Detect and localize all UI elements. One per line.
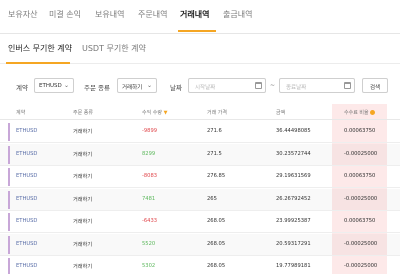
row-indicator bbox=[8, 258, 10, 274]
cell-contract: ETHUSD bbox=[16, 240, 38, 247]
header-amount: 금액 bbox=[276, 110, 286, 116]
cell-contract: ETHUSD bbox=[16, 263, 38, 269]
cell-fee-rate: -0.00025000 bbox=[344, 240, 378, 247]
contract-type-tabs: 인버스 무기한 계약 USDT 무기한 계약 bbox=[0, 34, 400, 64]
cell-quantity: 8299 bbox=[142, 150, 156, 157]
contract-label: 계약 bbox=[16, 84, 28, 92]
cell-amount: 26.26792452 bbox=[276, 195, 311, 202]
cell-fee-rate: 0.00063750 bbox=[344, 218, 376, 224]
table-row: ETHUSD 거래하기 -8083 276.85 29.19631569 0.000637… bbox=[0, 166, 400, 188]
cell-order-type: 거래하기 bbox=[73, 129, 93, 135]
cell-amount: 29.19631569 bbox=[276, 173, 311, 179]
contract-select-value: ETHUSD bbox=[39, 83, 62, 89]
table-header: 계약 주문 종류 수익 수량 ▼ 거래 가격 금액 수수료 비율 bbox=[0, 104, 400, 120]
row-indicator bbox=[8, 235, 10, 254]
table-row: ETHUSD 거래하기 7481 265 26.26792452 -0.00025000 bbox=[0, 189, 400, 211]
end-date-placeholder: 종료날짜 bbox=[286, 85, 307, 91]
row-indicator bbox=[8, 190, 10, 209]
cell-order-type: 거래하기 bbox=[73, 151, 93, 158]
tab-assets[interactable]: 보유자산 bbox=[8, 9, 37, 20]
cell-amount: 30.23572744 bbox=[276, 150, 311, 157]
cell-amount: 36.44498085 bbox=[276, 128, 311, 134]
calendar-icon bbox=[344, 82, 351, 89]
cell-quantity: -6433 bbox=[142, 218, 158, 224]
order-type-select[interactable]: 거래하기 ⌄ bbox=[117, 78, 157, 93]
tab-unrealized-pnl[interactable]: 미결 손익 bbox=[49, 9, 81, 20]
row-indicator bbox=[8, 145, 10, 164]
cell-quantity: -8083 bbox=[142, 173, 158, 179]
table-row: ETHUSD 거래하기 -9899 271.6 36.44498085 0.0006375… bbox=[0, 121, 400, 143]
table-row: ETHUSD 거래하기 8299 271.5 30.23572744 -0.0002500… bbox=[0, 144, 400, 166]
cell-price: 268.05 bbox=[207, 240, 226, 247]
cell-price: 268.05 bbox=[207, 218, 226, 224]
date-label: 날짜 bbox=[170, 84, 182, 92]
cell-contract: ETHUSD bbox=[16, 173, 38, 179]
cell-price: 265 bbox=[207, 195, 217, 202]
start-date-input[interactable]: 시작날짜 bbox=[188, 78, 266, 93]
cell-order-type: 거래하기 bbox=[73, 174, 93, 180]
active-tab-indicator bbox=[178, 30, 216, 32]
table-row: ETHUSD 거래하기 -6433 268.05 23.99925387 0.000637… bbox=[0, 211, 400, 233]
header-fee-rate: 수수료 비율 bbox=[344, 109, 375, 116]
row-indicator bbox=[8, 168, 10, 186]
cell-quantity: 7481 bbox=[142, 195, 156, 202]
header-quantity[interactable]: 수익 수량 ▼ bbox=[142, 109, 167, 116]
end-date-input[interactable]: 종료날짜 bbox=[279, 78, 355, 93]
account-tabbar: 보유자산 미결 손익 보유내역 주문내역 거래내역 출금내역 bbox=[0, 0, 400, 34]
cell-quantity: -9899 bbox=[142, 128, 158, 134]
cell-contract: ETHUSD bbox=[16, 195, 38, 202]
chevron-down-icon: ⌄ bbox=[146, 82, 152, 89]
cell-fee-rate: 0.00063750 bbox=[344, 128, 376, 134]
cell-amount: 20.59317291 bbox=[276, 240, 311, 247]
tab-inverse-perpetual[interactable]: 인버스 무기한 계약 bbox=[8, 43, 72, 54]
cell-fee-rate: 0.00063750 bbox=[344, 173, 376, 179]
order-type-select-value: 거래하기 bbox=[122, 85, 143, 91]
order-type-label: 주문 종류 bbox=[84, 84, 110, 92]
header-price: 거래 가격 bbox=[207, 110, 227, 116]
header-quantity-label: 수익 수량 bbox=[142, 110, 162, 116]
date-range-separator: ~ bbox=[270, 82, 276, 89]
cell-price: 271.6 bbox=[207, 128, 222, 134]
header-fee-rate-label: 수수료 비율 bbox=[344, 110, 369, 116]
header-contract: 계약 bbox=[16, 110, 26, 116]
search-button[interactable]: 검색 bbox=[362, 78, 388, 93]
cell-contract: ETHUSD bbox=[16, 128, 38, 134]
filter-bar: 계약 ETHUSD ⌄ 주문 종류 거래하기 ⌄ 날짜 시작날짜 ~ 종료날짜 … bbox=[0, 78, 400, 96]
cell-order-type: 거래하기 bbox=[73, 241, 93, 248]
cell-order-type: 거래하기 bbox=[73, 264, 93, 270]
row-indicator bbox=[8, 123, 10, 141]
sort-desc-icon: ▼ bbox=[163, 110, 168, 116]
tab-usdt-perpetual[interactable]: USDT 무기한 계약 bbox=[82, 43, 146, 54]
chevron-down-icon: ⌄ bbox=[63, 82, 69, 89]
cell-price: 268.05 bbox=[207, 263, 226, 269]
info-icon[interactable] bbox=[369, 110, 375, 115]
table-row: ETHUSD 거래하기 5520 268.05 20.59317291 -0.000250… bbox=[0, 234, 400, 256]
cell-quantity: 5520 bbox=[142, 240, 156, 247]
start-date-placeholder: 시작날짜 bbox=[195, 85, 216, 91]
cell-amount: 19.77989181 bbox=[276, 263, 311, 269]
active-subtab-indicator bbox=[6, 62, 70, 64]
cell-order-type: 거래하기 bbox=[73, 219, 93, 225]
cell-fee-rate: -0.00025000 bbox=[344, 263, 378, 269]
cell-fee-rate: -0.00025000 bbox=[344, 150, 378, 157]
cell-fee-rate: -0.00025000 bbox=[344, 195, 378, 202]
tab-trade-history[interactable]: 거래내역 bbox=[180, 9, 209, 20]
header-order-type: 주문 종류 bbox=[73, 110, 93, 116]
cell-amount: 23.99925387 bbox=[276, 218, 311, 224]
calendar-icon bbox=[255, 82, 262, 89]
tab-withdrawals[interactable]: 출금내역 bbox=[223, 9, 252, 20]
row-indicator bbox=[8, 213, 10, 231]
cell-contract: ETHUSD bbox=[16, 150, 38, 157]
table-row: ETHUSD 거래하기 5302 268.05 19.77989181 -0.000250… bbox=[0, 256, 400, 274]
contract-select[interactable]: ETHUSD ⌄ bbox=[34, 78, 74, 93]
tab-orders[interactable]: 주문내역 bbox=[138, 9, 167, 20]
cell-quantity: 5302 bbox=[142, 263, 156, 269]
cell-price: 276.85 bbox=[207, 173, 226, 179]
cell-order-type: 거래하기 bbox=[73, 196, 93, 203]
cell-price: 271.5 bbox=[207, 150, 222, 157]
cell-contract: ETHUSD bbox=[16, 218, 38, 224]
tab-positions[interactable]: 보유내역 bbox=[95, 9, 124, 20]
